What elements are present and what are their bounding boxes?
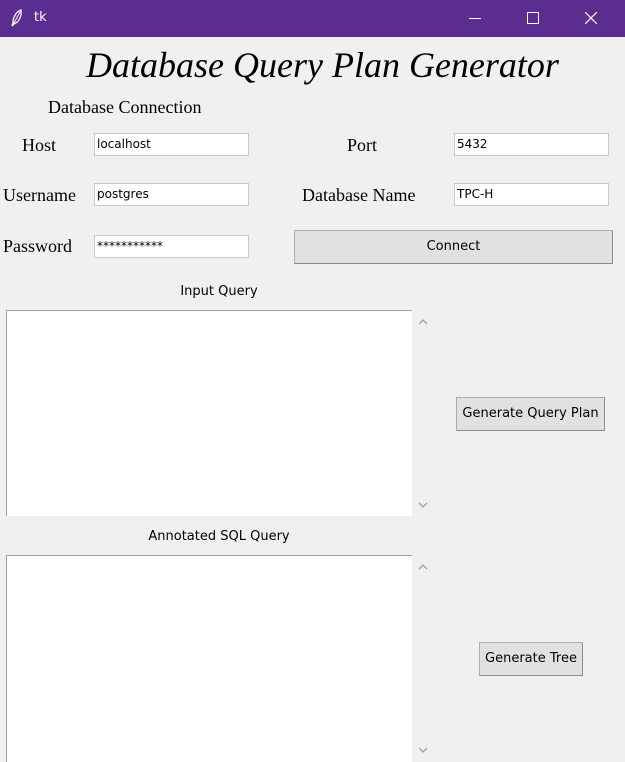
port-label: Port [347, 135, 378, 155]
annotated-query-label: Annotated SQL Query [148, 529, 290, 544]
database-name-label: Database Name [302, 185, 416, 205]
host-label: Host [22, 135, 57, 155]
close-button[interactable] [562, 0, 620, 37]
feather-icon [10, 9, 24, 27]
scroll-up-icon[interactable] [417, 318, 429, 326]
host-field[interactable]: localhost [94, 133, 249, 156]
minimize-button[interactable] [446, 0, 504, 37]
maximize-button[interactable] [504, 0, 562, 37]
section-label-connection: Database Connection [48, 97, 202, 117]
annotated-query-scrollbar[interactable] [413, 555, 433, 762]
generate-tree-button[interactable]: Generate Tree [479, 642, 583, 676]
input-query-label: Input Query [180, 284, 258, 299]
generate-query-plan-button[interactable]: Generate Query Plan [456, 397, 605, 431]
scroll-up-icon[interactable] [417, 563, 429, 571]
input-query-textarea[interactable] [6, 310, 412, 516]
username-label: Username [3, 185, 76, 205]
password-field[interactable]: *********** [94, 235, 249, 258]
maximize-icon [527, 12, 539, 24]
scroll-down-icon[interactable] [417, 501, 429, 509]
username-field[interactable]: postgres [94, 183, 249, 206]
scroll-down-icon[interactable] [417, 746, 429, 754]
connect-button[interactable]: Connect [294, 230, 613, 264]
annotated-query-textarea[interactable] [6, 555, 412, 762]
input-query-scrollbar[interactable] [413, 310, 433, 516]
window-title: tk [34, 10, 47, 25]
app-title: Database Query Plan Generator [86, 45, 559, 85]
minimize-icon [469, 18, 481, 19]
close-icon [585, 12, 597, 24]
port-field[interactable]: 5432 [454, 133, 609, 156]
database-name-field[interactable]: TPC-H [454, 183, 609, 206]
title-bar: tk [0, 0, 625, 37]
password-label: Password [3, 236, 73, 256]
